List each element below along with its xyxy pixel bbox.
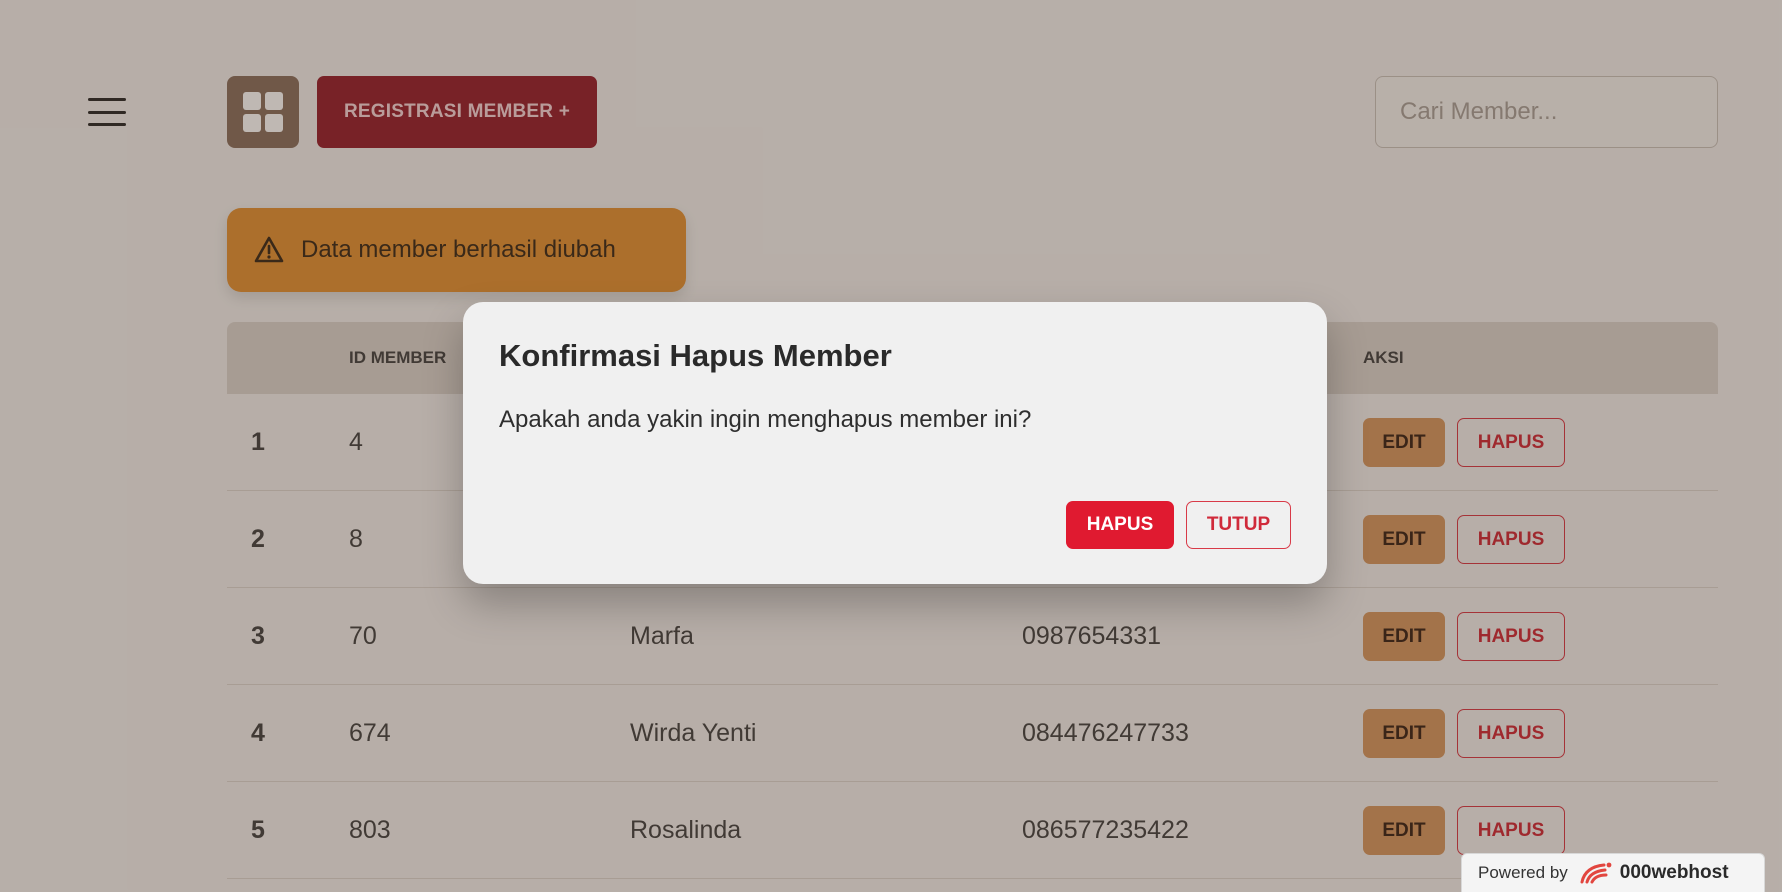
close-modal-button[interactable]: TUTUP	[1186, 501, 1291, 549]
delete-confirmation-modal: Konfirmasi Hapus Member Apakah anda yaki…	[463, 302, 1327, 584]
confirm-delete-button[interactable]: HAPUS	[1066, 501, 1174, 549]
brand-name: 000webhost	[1619, 862, 1729, 883]
powered-by-text: Powered by	[1478, 863, 1568, 882]
page: REGISTRASI MEMBER + Data member berhasil…	[0, 0, 1782, 892]
modal-message: Apakah anda yakin ingin menghapus member…	[499, 406, 1032, 433]
modal-title: Konfirmasi Hapus Member	[499, 338, 892, 373]
000webhost-logo-icon	[1580, 862, 1612, 884]
powered-by-badge[interactable]: Powered by 000webhost	[1461, 853, 1765, 892]
